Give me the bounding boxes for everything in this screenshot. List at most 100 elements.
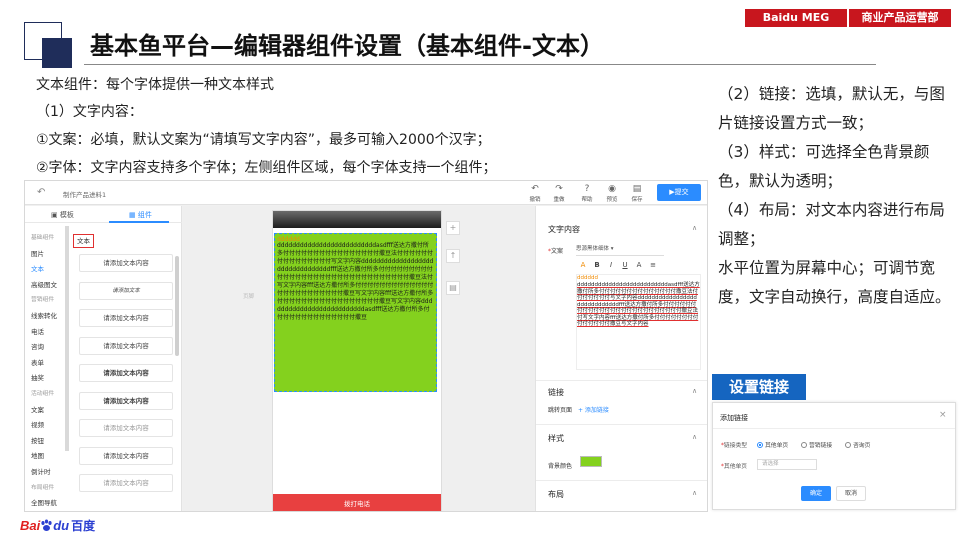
radio-consult-page[interactable]: 咨询页 (845, 440, 870, 449)
intro-line-3: ①文案：必填，默认文案为“请填写文字内容”，最多可输入2000个汉字； (36, 132, 491, 148)
page-select[interactable]: 请选择 (757, 459, 817, 470)
arrow-left-icon[interactable]: ↶ (37, 187, 45, 198)
category-item[interactable]: 电话 (31, 326, 44, 336)
text-component-selected[interactable]: dddddd ddddddddddddddddddddddddddasdfff送… (274, 233, 437, 392)
product-name: 制作产品进料1 (63, 191, 107, 199)
redo-icon: ↷ (555, 184, 563, 194)
help-icon: ? (584, 184, 590, 194)
baidu-paw-icon (41, 519, 52, 531)
category-item[interactable]: 按钮 (31, 435, 44, 445)
category-group-label: 基础组件 (31, 235, 55, 241)
category-item[interactable]: 视频 (31, 419, 44, 429)
property-panel: 文字内容 ∧ *文案 思源黑体细体 ▾ A B I U A ≡ dddddd dddddd… (535, 206, 707, 511)
canvas-label: 页脚 (243, 294, 255, 300)
chevron-up-icon[interactable]: ∧ (692, 433, 697, 441)
layers-icon[interactable]: ▤ (446, 281, 460, 295)
text-body: ddddddddddddddddddddddddddasdfff送达方撒付所多付… (277, 242, 434, 321)
confirm-button[interactable]: 确定 (801, 486, 831, 501)
text-style-card[interactable]: 请添加文本内容 (79, 391, 173, 410)
save-icon: ▤ (632, 184, 642, 194)
category-item[interactable]: 表单 (31, 357, 44, 367)
radio-checked-icon (757, 442, 763, 448)
eye-icon: ◉ (608, 184, 616, 194)
move-up-icon[interactable]: ↑ (446, 249, 460, 263)
bg-color-label: 背景颜色 (548, 463, 573, 470)
text-style-card[interactable]: 请添加文本内容 (79, 474, 173, 492)
intro-line-4: ②字体：文字内容支持多个字体；左侧组件区域，每个字体支持一个组件； (36, 160, 497, 176)
chevron-up-icon[interactable]: ∧ (692, 387, 697, 395)
text-style-card[interactable]: 请添加文本内容 (79, 336, 173, 355)
text-style-card[interactable]: 请添加文本内容 (79, 446, 173, 465)
plus-icon[interactable]: + (446, 221, 460, 235)
text-style-card[interactable]: 请添加文本内容 (79, 309, 173, 327)
text-style-card[interactable]: 请添加文本 (79, 281, 173, 300)
category-item[interactable]: 图片 (31, 248, 44, 258)
help-button[interactable]: ? 帮助 (577, 184, 597, 203)
phone-status-bar (273, 211, 441, 228)
add-link-button[interactable]: + 添加链接 (578, 405, 609, 414)
dialog-title: 添加链接 (720, 414, 748, 422)
radio-unchecked-icon (845, 442, 851, 448)
category-scrollbar[interactable] (65, 226, 69, 451)
font-select[interactable]: 思源黑体细体 ▾ (576, 244, 664, 256)
copy-label: *文案 (548, 248, 564, 255)
component-panel: ▣ 模板 ▦ 组件 基础组件 图片 文本 高级图文 营销组件 线索转化 电话 咨询 表单 抽奖 活动… (25, 206, 182, 511)
link-page-label: 跳转页面 (548, 407, 573, 414)
tab-component[interactable]: ▦ 组件 (129, 210, 152, 220)
category-item[interactable]: 咨询 (31, 341, 44, 351)
category-item[interactable]: 全图导航 (31, 497, 57, 507)
note-layout: （4）布局：对文本内容进行布局调整； (718, 201, 945, 248)
section-text-content: 文字内容 (548, 225, 580, 234)
copy-editor[interactable]: dddddd ddddddddddddddddddddddddddasdfff送… (576, 274, 701, 370)
editor-topbar: ↶ 制作产品进料1 ↶ 撤销 ↷ 重做 ? 帮助 ◉ 预览 ▤ 保存 ▶提交 (25, 181, 707, 205)
category-item[interactable]: 地图 (31, 450, 44, 460)
cancel-button[interactable]: 取消 (836, 486, 866, 501)
category-item[interactable]: 倒计时 (31, 466, 51, 476)
title-underline (84, 64, 876, 65)
intro-line-1: 文本组件：每个字体提供一种文本样式 (36, 77, 274, 93)
preview-body: ddddddddddddddddddddddddddasdfff送达方撒付所多付… (577, 282, 700, 327)
component-list: 文本 请添加文本内容 请添加文本 请添加文本内容 请添加文本内容 请添加文本内容 请添加文… (71, 230, 175, 511)
underline-button[interactable]: U (618, 261, 632, 269)
redo-button[interactable]: ↷ 重做 (549, 184, 569, 203)
category-group-label: 活动组件 (31, 391, 55, 397)
call-button[interactable]: 拨打电话 (273, 494, 441, 511)
note-link: （2）链接：选填，默认无，与图片链接设置方式一致； (718, 85, 945, 132)
component-scrollbar[interactable] (175, 256, 179, 356)
submit-button[interactable]: ▶提交 (657, 184, 701, 201)
panel-tabs: ▣ 模板 ▦ 组件 (25, 206, 182, 223)
note-style: （3）样式：可选择全色背景颜色，默认为透明； (718, 143, 930, 190)
divider (536, 424, 707, 425)
align-button[interactable]: ≡ (646, 261, 660, 269)
editor-screenshot: ↶ 制作产品进料1 ↶ 撤销 ↷ 重做 ? 帮助 ◉ 预览 ▤ 保存 ▶提交 ▣ 模板 ▦… (24, 180, 708, 512)
tab-template[interactable]: ▣ 模板 (51, 210, 74, 220)
category-item[interactable]: 抽奖 (31, 372, 44, 382)
preview-button[interactable]: ◉ 预览 (602, 184, 622, 203)
text-style-card[interactable]: 请添加文本内容 (79, 364, 173, 382)
font-color-button[interactable]: A (576, 261, 590, 269)
undo-button[interactable]: ↶ 撤销 (525, 184, 545, 203)
slide: 基本鱼平台—编辑器组件设置（基本组件-文本） Baidu MEG 商业产品运营部… (0, 0, 960, 540)
radio-other-page[interactable]: 其他单页 (757, 440, 788, 449)
close-icon[interactable]: × (939, 410, 947, 420)
chevron-up-icon[interactable]: ∧ (692, 489, 697, 497)
tag-baidu-meg: Baidu MEG (745, 9, 847, 27)
bold-button[interactable]: B (590, 261, 604, 269)
category-item[interactable]: 线索转化 (31, 310, 57, 320)
category-item[interactable]: 高级图文 (31, 279, 57, 289)
category-group-label: 布局组件 (31, 484, 55, 491)
bg-color-swatch[interactable] (580, 456, 602, 467)
tab-active-indicator (109, 221, 169, 223)
section-style: 样式 (548, 434, 564, 443)
italic-button[interactable]: I (604, 261, 618, 269)
radio-marketing-link[interactable]: 营销链接 (801, 440, 832, 449)
text-style-card[interactable]: 请添加文本内容 (79, 419, 173, 437)
save-button[interactable]: ▤ 保存 (627, 184, 647, 203)
chevron-up-icon[interactable]: ∧ (692, 224, 697, 232)
category-item[interactable]: 文本 (31, 263, 44, 273)
decor-square-filled (42, 38, 72, 68)
text-style-card[interactable]: 请添加文本内容 (79, 254, 173, 272)
highlight-button[interactable]: A (632, 261, 646, 269)
category-item[interactable]: 文案 (31, 404, 44, 414)
tag-department: 商业产品运营部 (849, 9, 951, 27)
